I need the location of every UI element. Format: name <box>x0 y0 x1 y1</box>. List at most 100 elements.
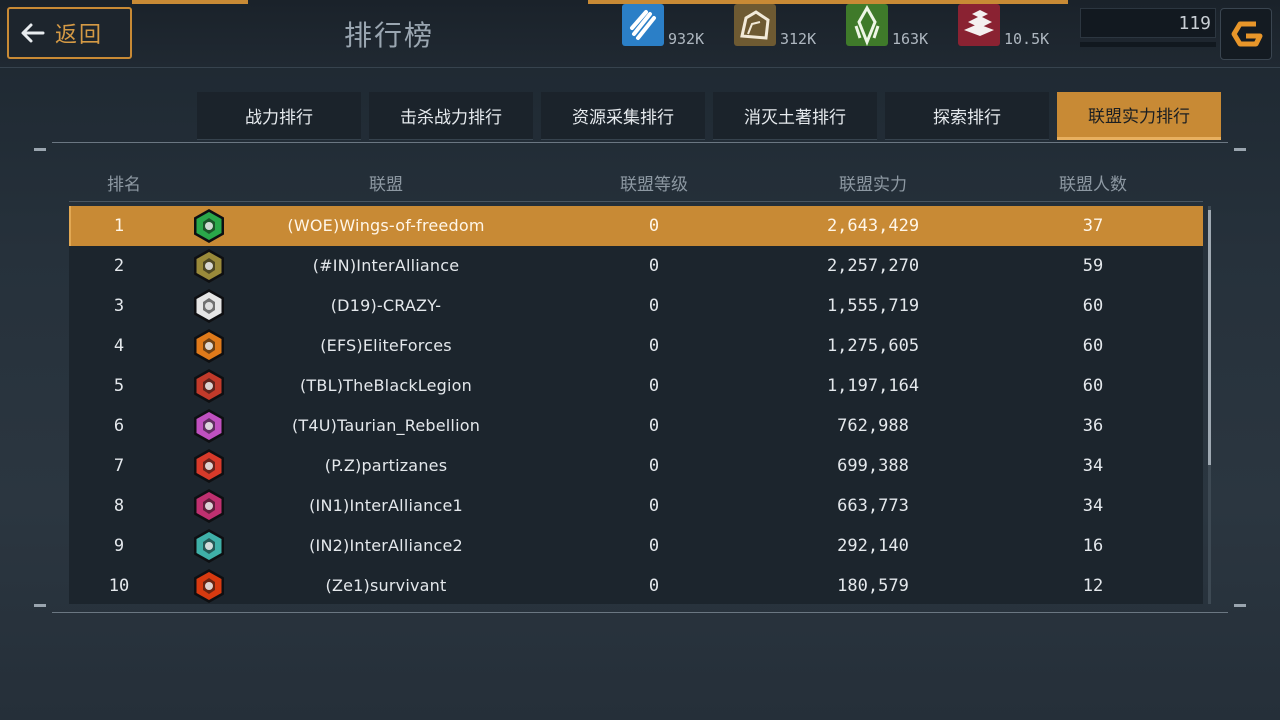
alliance-power-cell: 699,388 <box>837 456 909 476</box>
corner-mark <box>1234 148 1246 151</box>
menu-logo-button[interactable] <box>1220 8 1272 60</box>
table-row[interactable]: 3 (D19)-CRAZY- 0 1,555,719 60 <box>69 286 1203 326</box>
corner-mark <box>34 148 46 151</box>
corner-mark <box>34 604 46 607</box>
table-row[interactable]: 6 (T4U)Taurian_Rebellion 0 762,988 36 <box>69 406 1203 446</box>
alliance-power-cell: 292,140 <box>837 536 909 556</box>
teal-orb-emblem-icon <box>194 529 224 563</box>
white-chevron-emblem-icon <box>194 289 224 323</box>
column-header-alliance: 联盟 <box>369 175 403 195</box>
alliance-power-cell: 663,773 <box>837 496 909 516</box>
rank-cell: 3 <box>113 296 125 316</box>
alliance-level-cell: 0 <box>648 456 660 476</box>
rank-cell: 10 <box>108 576 130 596</box>
table-body: 1 (WOE)Wings-of-freedom 0 2,643,429 37 2 (#IN)… <box>69 206 1203 604</box>
orange-wing-emblem-icon <box>194 329 224 363</box>
rank-cell: 4 <box>113 336 125 356</box>
resource-metal-value: 10.5K <box>1004 30 1050 48</box>
rank-cell: 7 <box>113 456 125 476</box>
alliance-level-cell: 0 <box>648 416 660 436</box>
member-count-cell: 34 <box>1082 496 1104 516</box>
red-triangle-emblem-icon <box>194 449 224 483</box>
tab-kill-power-ranking[interactable]: 击杀战力排行 <box>369 92 533 140</box>
tab-power-ranking[interactable]: 战力排行 <box>197 92 361 140</box>
arrow-left-icon <box>21 23 45 43</box>
table-row[interactable]: 2 (#IN)InterAlliance 0 2,257,270 59 <box>69 246 1203 286</box>
member-count-cell: 60 <box>1082 296 1104 316</box>
rank-cell: 6 <box>113 416 125 436</box>
back-button[interactable]: 返回 <box>7 7 132 59</box>
alliance-name-cell: (Ze1)survivant <box>325 576 447 595</box>
alliance-power-cell: 1,197,164 <box>826 376 920 396</box>
resource-metal[interactable]: 10.5K <box>958 4 1050 48</box>
alliance-power-cell: 1,275,605 <box>826 336 920 356</box>
rank-cell: 5 <box>113 376 125 396</box>
alliance-name-cell: (D19)-CRAZY- <box>330 296 442 315</box>
member-count-cell: 59 <box>1082 256 1104 276</box>
alliance-power-cell: 180,579 <box>837 576 909 596</box>
table-row[interactable]: 9 (IN2)InterAlliance2 0 292,140 16 <box>69 526 1203 566</box>
table-row[interactable]: 7 (P.Z)partizanes 0 699,388 34 <box>69 446 1203 486</box>
panel-bottom-border <box>52 612 1228 613</box>
tab-exploration-ranking[interactable]: 探索排行 <box>885 92 1049 140</box>
column-header-rank: 排名 <box>107 175 141 195</box>
alliance-ranking-table: 排名 联盟 联盟等级 联盟实力 联盟人数 1 (WOE)Wings-of-free… <box>69 160 1203 604</box>
page-title: 排行榜 <box>344 19 435 52</box>
alliance-power-cell: 2,257,270 <box>826 256 920 276</box>
table-header: 排名 联盟 联盟等级 联盟实力 联盟人数 <box>69 160 1203 202</box>
fire-emblem-icon <box>194 569 224 603</box>
alliance-name-cell: (TBL)TheBlackLegion <box>299 376 473 395</box>
member-count-cell: 37 <box>1082 216 1104 236</box>
tab-alliance-power-ranking[interactable]: 联盟实力排行 <box>1057 92 1221 140</box>
tab-resource-gathering-ranking[interactable]: 资源采集排行 <box>541 92 705 140</box>
ranking-tabs: 战力排行 击杀战力排行 资源采集排行 消灭土著排行 探索排行 联盟实力排行 <box>197 92 1221 140</box>
level-value: 119 <box>1178 12 1211 34</box>
scrollbar-thumb[interactable] <box>1208 210 1211 465</box>
resource-crystal[interactable]: 163K <box>846 4 929 48</box>
logo-icon <box>1231 21 1263 47</box>
column-header-member-count: 联盟人数 <box>1059 175 1127 195</box>
alliance-level-cell: 0 <box>648 536 660 556</box>
red-ship-emblem-icon <box>194 369 224 403</box>
resource-energy-value: 932K <box>668 30 705 48</box>
member-count-cell: 12 <box>1082 576 1104 596</box>
table-row[interactable]: 1 (WOE)Wings-of-freedom 0 2,643,429 37 <box>69 206 1203 246</box>
member-count-cell: 60 <box>1082 376 1104 396</box>
tab-natives-killed-ranking[interactable]: 消灭土著排行 <box>713 92 877 140</box>
column-header-alliance-power: 联盟实力 <box>839 175 907 195</box>
member-count-cell: 36 <box>1082 416 1104 436</box>
alliance-power-cell: 2,643,429 <box>826 216 920 236</box>
table-row[interactable]: 5 (TBL)TheBlackLegion 0 1,197,164 60 <box>69 366 1203 406</box>
alliance-level-cell: 0 <box>648 576 660 596</box>
table-row[interactable]: 10 (Ze1)survivant 0 180,579 12 <box>69 566 1203 604</box>
rank-cell: 1 <box>113 216 125 236</box>
resource-crystal-value: 163K <box>892 30 929 48</box>
gold-hex-emblem-icon <box>194 249 224 283</box>
member-count-cell: 34 <box>1082 456 1104 476</box>
level-progress-bar <box>1080 42 1216 47</box>
pink-star-emblem-icon <box>194 409 224 443</box>
resource-energy[interactable]: 932K <box>622 4 705 48</box>
alliance-name-cell: (IN2)InterAlliance2 <box>309 536 463 555</box>
resource-stone-value: 312K <box>780 30 817 48</box>
table-row[interactable]: 4 (EFS)EliteForces 0 1,275,605 60 <box>69 326 1203 366</box>
table-row[interactable]: 8 (IN1)InterAlliance1 0 663,773 34 <box>69 486 1203 526</box>
rank-cell: 9 <box>113 536 125 556</box>
level-display: 119 <box>1080 8 1216 38</box>
rock-icon <box>734 4 776 46</box>
alliance-level-cell: 0 <box>648 216 660 236</box>
rank-cell: 2 <box>113 256 125 276</box>
alliance-name-cell: (T4U)Taurian_Rebellion <box>291 416 481 435</box>
member-count-cell: 16 <box>1082 536 1104 556</box>
corner-mark <box>1234 604 1246 607</box>
alliance-name-cell: (IN1)InterAlliance1 <box>309 496 463 515</box>
alliance-name-cell: (WOE)Wings-of-freedom <box>287 216 485 235</box>
alliance-name-cell: (#IN)InterAlliance <box>312 256 460 275</box>
back-label: 返回 <box>55 23 104 48</box>
resource-stone[interactable]: 312K <box>734 4 817 48</box>
panel-top-border <box>52 142 1228 143</box>
top-accent-left <box>132 0 248 4</box>
column-header-alliance-level: 联盟等级 <box>620 175 688 195</box>
lightning-icon <box>622 4 664 46</box>
alliance-name-cell: (P.Z)partizanes <box>324 456 448 475</box>
